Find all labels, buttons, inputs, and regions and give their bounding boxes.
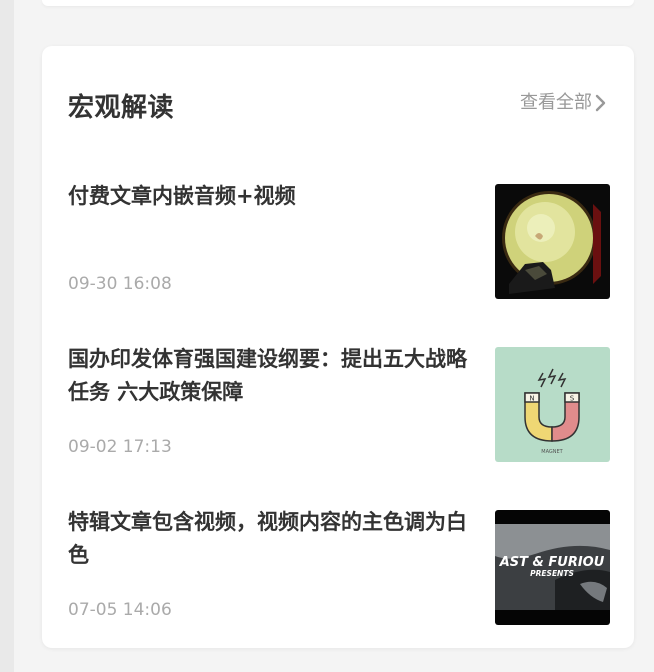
chevron-right-icon bbox=[594, 93, 608, 113]
article-thumbnail bbox=[495, 184, 610, 299]
article-title: 付费文章内嵌音频+视频 bbox=[68, 184, 296, 208]
drum-image bbox=[495, 184, 610, 299]
article-time: 09-02 17:13 bbox=[68, 437, 172, 457]
article-item[interactable]: 国办印发体育强国建设纲要：提出五大战略任务 六大政策保障 09-02 17:13… bbox=[68, 347, 610, 463]
movie-poster-image: AST & FURIOU PRESENTS bbox=[495, 510, 610, 625]
previous-card-edge bbox=[42, 0, 634, 6]
poster-title-text: AST & FURIOU bbox=[499, 555, 605, 570]
article-item[interactable]: 付费文章内嵌音频+视频 09-30 16:08 bbox=[68, 184, 610, 300]
view-all-label: 查看全部 bbox=[520, 92, 592, 113]
poster-subtitle-text: PRESENTS bbox=[530, 569, 574, 578]
article-title: 特辑文章包含视频，视频内容的主色调为白色 bbox=[68, 510, 467, 567]
article-title: 国办印发体育强国建设纲要：提出五大战略任务 六大政策保障 bbox=[68, 347, 467, 404]
article-thumbnail: N S MAGNET bbox=[495, 347, 610, 462]
article-thumbnail: AST & FURIOU PRESENTS bbox=[495, 510, 610, 625]
magnet-caption: MAGNET bbox=[541, 449, 563, 455]
article-time: 09-30 16:08 bbox=[68, 274, 172, 294]
svg-text:S: S bbox=[570, 395, 575, 403]
svg-text:N: N bbox=[529, 395, 534, 403]
section-title: 宏观解读 bbox=[68, 93, 175, 123]
magnet-image: N S MAGNET bbox=[495, 347, 610, 462]
article-time: 07-05 14:06 bbox=[68, 600, 172, 620]
view-all-link[interactable]: 查看全部 bbox=[520, 90, 608, 116]
article-item[interactable]: 特辑文章包含视频，视频内容的主色调为白色 07-05 14:06 AST & F… bbox=[68, 510, 610, 626]
left-rail bbox=[0, 0, 14, 672]
macro-analysis-card: 宏观解读 查看全部 付费文章内嵌音频+视频 09-30 16:08 国办印发体育… bbox=[42, 46, 634, 648]
